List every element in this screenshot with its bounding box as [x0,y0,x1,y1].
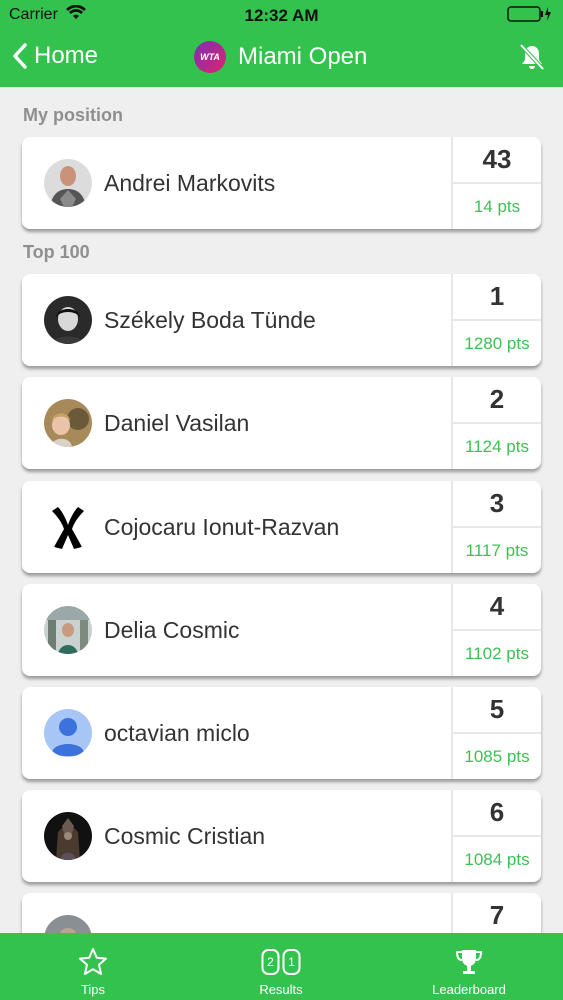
player-rank: 2 [453,377,541,424]
player-points: 1124 pts [465,437,529,456]
scoreboard-icon: 2 1 [261,949,301,975]
player-points: 1102 pts [465,644,529,663]
section-top100: Top 100 [23,242,90,262]
player-points: 1084 pts [464,850,530,869]
tab-bar: Tips 2 1 Results Leaderboard [0,933,563,1000]
leaderboard-row[interactable]: Cosmic Cristian 6 1084 pts [22,790,541,882]
rank-box: 43 14 pts [451,137,541,229]
battery-icon [507,6,553,27]
score-digit-1: 2 [261,949,280,975]
page-title: WTA Miami Open [194,41,367,73]
avatar [44,709,92,757]
nav-bar: Home WTA Miami Open [0,30,563,87]
player-points: 1085 pts [464,747,530,766]
tab-results-label: Results [259,982,303,997]
player-name: Székely Boda Tünde [104,307,316,333]
rank-box: 5 1085 pts [451,687,541,779]
status-bar: Carrier 12:32 AM [0,0,563,30]
back-label: Home [34,42,99,69]
tab-leaderboard-label: Leaderboard [432,982,506,997]
avatar [44,296,92,344]
player-rank: 1 [453,274,541,321]
my-position-card[interactable]: Andrei Markovits 43 14 pts [22,137,541,229]
player-rank: 6 [453,790,541,837]
avatar [44,159,92,207]
player-points: 1280 pts [464,334,530,353]
tab-tips-label: Tips [80,982,106,997]
leaderboard-row[interactable]: Cojocaru Ionut-Razvan 3 1117 pts [22,481,541,573]
player-rank: 43 [453,137,541,184]
player-rank: 3 [453,481,541,528]
back-button[interactable]: Home [12,42,98,70]
tab-leaderboard[interactable]: Leaderboard [409,933,529,1000]
player-name: Cojocaru Ionut-Razvan [104,514,340,540]
clock: 12:32 AM [244,6,319,25]
player-points: 14 pts [473,197,521,216]
leaderboard-row[interactable]: Székely Boda Tünde 1 1280 pts [22,274,541,366]
leaderboard-row[interactable]: octavian miclo 5 1085 pts [22,687,541,779]
tournament-title: Miami Open [238,43,368,70]
player-rank: 5 [453,687,541,734]
chevron-left-icon [13,43,27,69]
avatar [44,606,92,654]
wta-logo: WTA [194,41,226,73]
player-name: Delia Cosmic [104,617,240,643]
score-digit-2: 1 [282,949,301,975]
rank-box: 3 1117 pts [451,481,541,573]
rank-box: 1 1280 pts [451,274,541,366]
player-rank: 4 [453,584,541,631]
player-name: Andrei Markovits [104,170,276,196]
tab-tips[interactable]: Tips [33,933,153,1000]
player-name: Cosmic Cristian [104,823,266,849]
avatar [44,399,92,447]
tab-results[interactable]: 2 1 Results [221,933,341,1000]
rank-box: 6 1084 pts [451,790,541,882]
rank-box: 4 1102 pts [451,584,541,676]
player-name: Daniel Vasilan [104,410,250,436]
player-points: 1117 pts [465,541,529,560]
section-my-position: My position [23,105,123,125]
leaderboard-row[interactable]: Delia Cosmic 4 1102 pts [22,584,541,676]
avatar [44,812,92,860]
bell-off-icon[interactable] [519,43,545,76]
rank-box: 2 1124 pts [451,377,541,469]
star-icon [78,947,108,982]
trophy-icon [454,947,484,982]
avatar [44,503,92,551]
player-name: octavian miclo [104,720,250,746]
leaderboard-row[interactable]: Daniel Vasilan 2 1124 pts [22,377,541,469]
